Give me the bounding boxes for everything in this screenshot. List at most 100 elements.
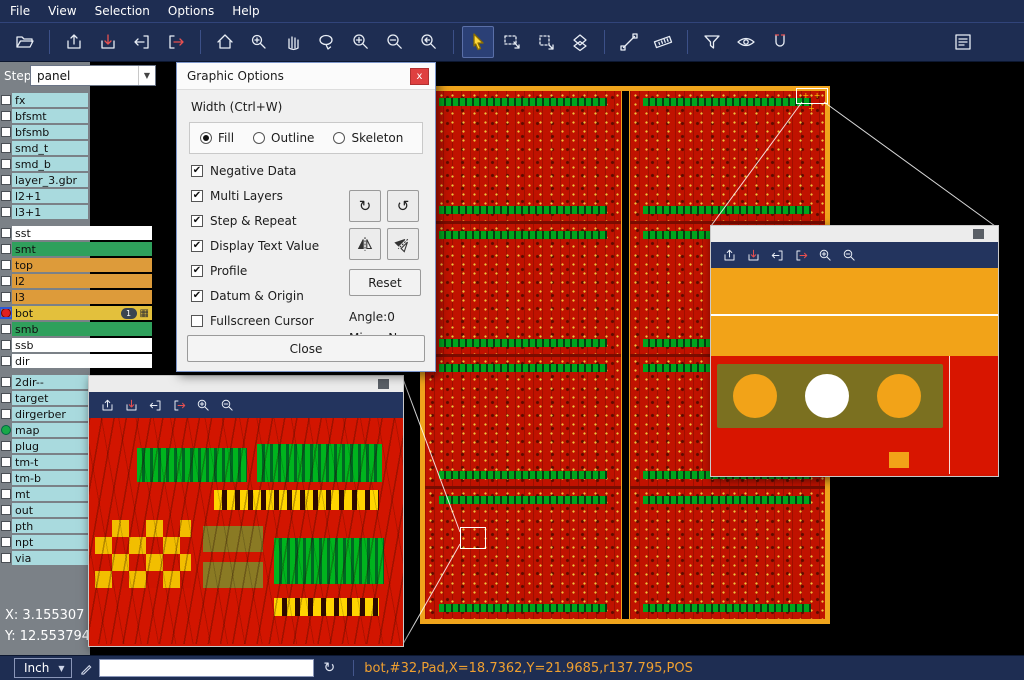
layer-row-dir[interactable]: dir — [0, 353, 160, 369]
home-view-button[interactable] — [209, 26, 241, 58]
menu-help[interactable]: Help — [232, 4, 259, 18]
move-select-button[interactable] — [530, 26, 562, 58]
layer-checkbox[interactable] — [0, 191, 12, 201]
checkbox-datum-origin[interactable]: ✔Datum & Origin — [191, 289, 349, 303]
import-down-button[interactable] — [92, 26, 124, 58]
layer-checkbox[interactable] — [0, 377, 12, 387]
report-button[interactable] — [947, 26, 979, 58]
checkbox-profile[interactable]: ✔Profile — [191, 264, 349, 278]
layer-color-bar[interactable]: 2dir-- — [12, 375, 88, 389]
layer-checkbox[interactable] — [0, 260, 12, 270]
dialog-titlebar[interactable]: Graphic Options x — [177, 63, 435, 90]
layer-row-l2+1[interactable]: l2+1 — [0, 188, 160, 204]
layer-color-bar[interactable]: out — [12, 503, 88, 517]
export-left-button[interactable] — [126, 26, 158, 58]
layer-checkbox[interactable] — [0, 553, 12, 563]
layer-checkbox[interactable] — [0, 409, 12, 419]
checkbox-fullscreen-cursor[interactable]: Fullscreen Cursor — [191, 314, 349, 328]
layer-color-bar[interactable]: mt — [12, 487, 88, 501]
layer-checkbox[interactable] — [0, 95, 12, 105]
layer-color-bar[interactable]: dirgerber — [12, 407, 88, 421]
layer-row-top[interactable]: top — [0, 257, 160, 273]
layer-color-bar[interactable]: l2+1 — [12, 189, 88, 203]
layer-checkbox[interactable] — [0, 127, 12, 137]
box-arrow-right-button[interactable] — [791, 245, 811, 265]
layer-row-ssb[interactable]: ssb — [0, 337, 160, 353]
import-up-button[interactable] — [58, 26, 90, 58]
ruler-button[interactable] — [647, 26, 679, 58]
layer-color-bar[interactable]: bot1▦ — [12, 306, 152, 320]
layer-row-smt[interactable]: smt — [0, 241, 160, 257]
measure-button[interactable] — [613, 26, 645, 58]
export-right-button[interactable] — [160, 26, 192, 58]
layer-checkbox[interactable] — [0, 356, 12, 366]
rotate-cw-button[interactable]: ↻ — [349, 190, 381, 222]
radio-outline[interactable]: Outline — [253, 131, 314, 145]
layer-checkbox[interactable] — [0, 489, 12, 499]
zoom-in-button[interactable] — [345, 26, 377, 58]
layer-checkbox[interactable] — [0, 393, 12, 403]
layer-row-layer_3.gbr[interactable]: layer_3.gbr — [0, 172, 160, 188]
magnifier-window-1[interactable] — [88, 375, 404, 647]
layer-checkbox[interactable] — [0, 473, 12, 483]
layer-color-bar[interactable]: bfsmb — [12, 125, 88, 139]
layer-row-bot[interactable]: bot1▦ — [0, 305, 160, 321]
mirror-horizontal-button[interactable] — [349, 228, 381, 260]
layer-color-bar[interactable]: fx — [12, 93, 88, 107]
box-arrow-up-button[interactable] — [719, 245, 739, 265]
step-selector[interactable]: panel ▼ — [30, 65, 156, 86]
menu-selection[interactable]: Selection — [95, 4, 150, 18]
window-button-icon[interactable] — [378, 379, 389, 389]
overlay-compare-button[interactable] — [564, 26, 596, 58]
checkbox-display-text-value[interactable]: ✔Display Text Value — [191, 239, 349, 253]
close-button[interactable]: Close — [187, 335, 425, 362]
magnifier-1-view[interactable] — [89, 418, 403, 644]
layer-row-bfsmb[interactable]: bfsmb — [0, 124, 160, 140]
layer-checkbox[interactable] — [0, 244, 12, 254]
layer-row-fx[interactable]: fx — [0, 92, 160, 108]
red-marker-icon[interactable] — [0, 308, 12, 318]
layer-checkbox[interactable] — [0, 324, 12, 334]
layer-color-bar[interactable]: dir — [12, 354, 152, 368]
layer-row-smd_b[interactable]: smd_b — [0, 156, 160, 172]
layer-checkbox[interactable] — [0, 175, 12, 185]
layer-color-bar[interactable]: plug — [12, 439, 88, 453]
layer-color-bar[interactable]: via — [12, 551, 88, 565]
pan-button[interactable] — [277, 26, 309, 58]
rect-select-button[interactable] — [496, 26, 528, 58]
magnifier-1-titlebar[interactable] — [89, 376, 403, 392]
radio-skeleton[interactable]: Skeleton — [333, 131, 403, 145]
checkbox-negative-data[interactable]: ✔Negative Data — [191, 164, 349, 178]
layer-row-smd_t[interactable]: smd_t — [0, 140, 160, 156]
unit-selector[interactable]: Inch ▼ — [14, 658, 72, 678]
layer-color-bar[interactable]: tm-b — [12, 471, 88, 485]
layer-checkbox[interactable] — [0, 207, 12, 217]
close-icon[interactable]: x — [410, 68, 429, 85]
layer-row-smb[interactable]: smb — [0, 321, 160, 337]
view-options-button[interactable] — [730, 26, 762, 58]
rotate-ccw-button[interactable]: ↺ — [387, 190, 419, 222]
layer-color-bar[interactable]: smb — [12, 322, 152, 336]
refresh-icon[interactable]: ↻ — [324, 660, 336, 676]
layer-color-bar[interactable]: bfsmt — [12, 109, 88, 123]
menu-options[interactable]: Options — [168, 4, 214, 18]
layer-checkbox[interactable] — [0, 228, 12, 238]
layer-color-bar[interactable]: tm-t — [12, 455, 88, 469]
zoom-out-button[interactable] — [839, 245, 859, 265]
checkbox-multi-layers[interactable]: ✔Multi Layers — [191, 189, 349, 203]
window-button-icon[interactable] — [973, 229, 984, 239]
layer-color-bar[interactable]: top — [12, 258, 152, 272]
layer-row-l2[interactable]: l2 — [0, 273, 160, 289]
zoom-in-button[interactable] — [815, 245, 835, 265]
box-arrow-down-button[interactable] — [121, 395, 141, 415]
box-arrow-right-button[interactable] — [169, 395, 189, 415]
layer-checkbox[interactable] — [0, 292, 12, 302]
reset-button[interactable]: Reset — [349, 269, 421, 296]
layer-color-bar[interactable]: map — [12, 423, 88, 437]
box-arrow-down-button[interactable] — [743, 245, 763, 265]
box-arrow-up-button[interactable] — [97, 395, 117, 415]
radio-fill[interactable]: Fill — [200, 131, 234, 145]
box-arrow-left-button[interactable] — [767, 245, 787, 265]
layer-checkbox[interactable] — [0, 521, 12, 531]
green-marker-icon[interactable] — [0, 425, 12, 435]
